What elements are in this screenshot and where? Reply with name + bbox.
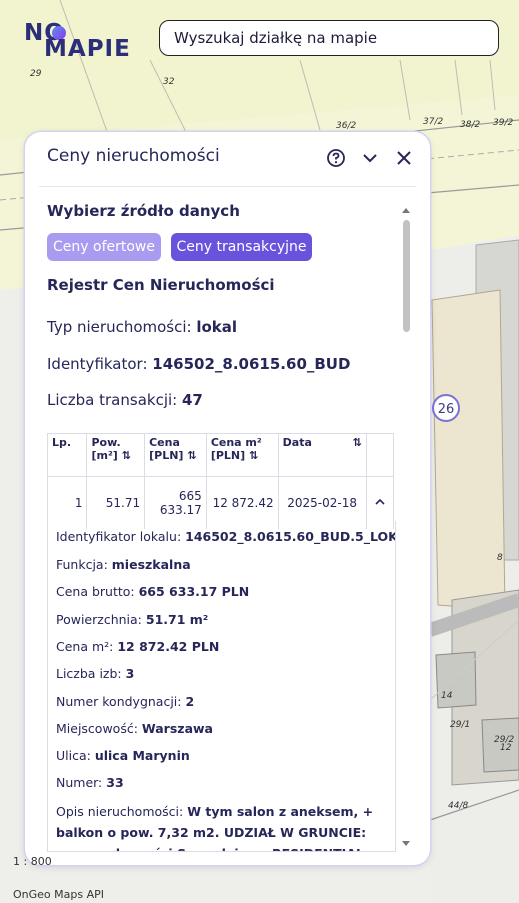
detail-gross-price: Cena brutto: 665 633.17 PLN (56, 584, 250, 599)
property-prices-panel: Ceny nieruchomości Wybierz źródło danych… (25, 132, 430, 865)
scroll-down-icon[interactable] (401, 838, 411, 848)
sort-icon[interactable]: ⇅ (352, 436, 361, 449)
sort-icon[interactable]: ⇅ (187, 449, 196, 462)
detail-city: Miejscowość: Warszawa (56, 721, 213, 736)
transaction-count-row: Liczba transakcji: 47 (47, 391, 203, 409)
parcel-search-input[interactable]: Wyszukaj działkę na mapie (159, 20, 499, 56)
collapse-chevron-icon[interactable] (360, 148, 380, 168)
detail-street: Ulica: ulica Marynin (56, 748, 190, 763)
logo-text-line2: MAPIE (44, 36, 131, 62)
detail-rooms: Liczba izb: 3 (56, 666, 135, 681)
help-icon[interactable] (326, 148, 346, 168)
sort-icon[interactable]: ⇅ (122, 449, 131, 462)
column-header-price[interactable]: Cena [PLN] ⇅ (144, 433, 207, 477)
parcel-label: 44/8 (448, 801, 468, 811)
identifier-row: Identyfikator: 146502_8.0615.60_BUD (47, 355, 350, 373)
panel-title: Ceny nieruchomości (47, 146, 220, 166)
sort-icon[interactable]: ⇅ (249, 449, 258, 462)
map-credit[interactable]: OnGeo Maps API (13, 888, 104, 901)
building-number: 26 (438, 402, 455, 417)
property-type-value: lokal (196, 318, 238, 336)
parcel-label: 8 (497, 553, 503, 563)
parcel-label: 29/1 (450, 720, 470, 730)
scroll-up-icon[interactable] (401, 206, 411, 216)
detail-area: Powierzchnia: 51.71 m² (56, 612, 209, 627)
parcel-label: 37/2 (423, 117, 443, 127)
scrollbar-thumb[interactable] (403, 220, 410, 332)
detail-unit-id: Identyfikator lokalu: 146502_8.0615.60_B… (56, 529, 396, 544)
transaction-prices-button[interactable]: Ceny transakcyjne (171, 233, 312, 261)
data-source-heading: Wybierz źródło danych (47, 202, 240, 220)
parcel-label: 14 (441, 691, 453, 701)
parcel-label: 12 (500, 743, 512, 753)
identifier-value: 146502_8.0615.60_BUD (152, 355, 351, 373)
close-icon[interactable] (394, 148, 414, 168)
parcel-label: 38/2 (460, 120, 480, 130)
detail-description: Opis nieruchomości: W tym salon z anekse… (56, 804, 374, 851)
parcel-label: 36/2 (336, 121, 356, 131)
column-header-area[interactable]: Pow. [m²] ⇅ (86, 433, 146, 477)
column-header-date[interactable]: Data ⇅ (277, 433, 367, 477)
transaction-count-value: 47 (181, 391, 203, 409)
transactions-table: Lp. Pow. [m²] ⇅ Cena [PLN] ⇅ Cena m² [PL… (46, 433, 395, 529)
detail-number: Numer: 33 (56, 775, 124, 790)
parcel-label: 32 (163, 77, 175, 87)
offer-prices-button[interactable]: Ceny ofertowe (47, 233, 161, 261)
detail-floor: Numer kondygnacji: 2 (56, 694, 195, 709)
column-header-expand (365, 433, 395, 477)
property-type-label: Typ nieruchomości: (47, 318, 197, 336)
column-header-price-m2[interactable]: Cena m² [PLN] ⇅ (205, 433, 279, 477)
map-scale: 1 : 800 (13, 855, 52, 868)
detail-function: Funkcja: mieszkalna (56, 557, 191, 572)
registry-heading: Rejestr Cen Nieruchomości (47, 276, 275, 294)
property-type-row: Typ nieruchomości: lokal (47, 318, 237, 336)
search-placeholder: Wyszukaj działkę na mapie (174, 29, 378, 47)
detail-price-m2: Cena m²: 12 872.42 PLN (56, 639, 220, 654)
transaction-details: Identyfikator lokalu: 146502_8.0615.60_B… (47, 521, 396, 852)
nomapie-logo[interactable]: NO MAPIE (22, 20, 132, 68)
identifier-label: Identyfikator: (47, 355, 153, 373)
parcel-label: 39/2 (493, 118, 513, 128)
transaction-count-label: Liczba transakcji: (47, 391, 182, 409)
column-header-lp: Lp. (46, 433, 88, 477)
parcel-label: 29 (30, 69, 42, 79)
header-divider (39, 186, 416, 187)
